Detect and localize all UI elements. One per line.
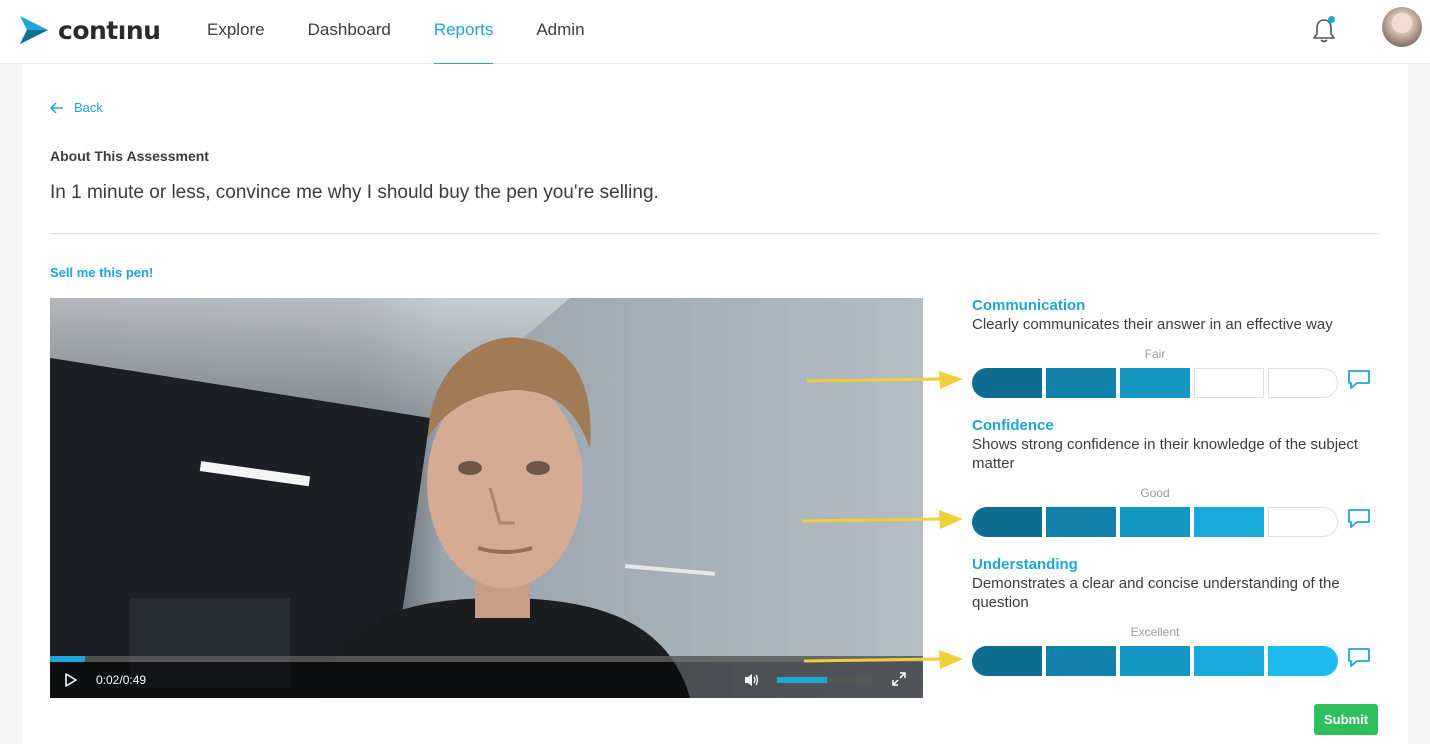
rating-segment-1[interactable] bbox=[972, 368, 1042, 398]
about-title: About This Assessment bbox=[50, 148, 209, 164]
rating-segment-5[interactable] bbox=[1268, 507, 1338, 537]
criterion-name: Understanding bbox=[972, 556, 1078, 573]
assessment-question: In 1 minute or less, convince me why I s… bbox=[50, 182, 659, 203]
rating-segment-1[interactable] bbox=[972, 646, 1042, 676]
assessment-card: Back About This Assessment In 1 minute o… bbox=[22, 64, 1408, 744]
volume-slider[interactable] bbox=[777, 677, 877, 683]
video-frame bbox=[50, 298, 923, 698]
rating-segment-2[interactable] bbox=[1046, 646, 1116, 676]
rating-bar-confidence bbox=[972, 507, 1339, 537]
rating-segment-1[interactable] bbox=[972, 507, 1042, 537]
notification-dot bbox=[1328, 16, 1335, 23]
play-icon[interactable] bbox=[64, 672, 78, 688]
rating-segment-3[interactable] bbox=[1120, 646, 1190, 676]
video-controls: 0:02/0:49 bbox=[50, 662, 923, 698]
rating-bar-communication bbox=[972, 368, 1339, 398]
speech-bubble-icon[interactable] bbox=[1346, 646, 1372, 670]
nav-dashboard[interactable]: Dashboard bbox=[308, 0, 391, 64]
volume-icon[interactable] bbox=[743, 672, 761, 688]
criterion-description: Demonstrates a clear and concise underst… bbox=[972, 575, 1340, 611]
rating-label: Fair bbox=[1144, 347, 1166, 361]
fullscreen-icon[interactable] bbox=[891, 671, 907, 687]
video-player[interactable]: 0:02/0:49 bbox=[50, 298, 923, 698]
back-link[interactable]: Back bbox=[50, 100, 103, 115]
user-avatar[interactable] bbox=[1382, 7, 1422, 47]
rating-segment-5[interactable] bbox=[1268, 646, 1338, 676]
nav-admin[interactable]: Admin bbox=[536, 0, 584, 64]
annotation-arrow bbox=[801, 510, 963, 529]
speech-bubble-icon[interactable] bbox=[1346, 368, 1372, 392]
rating-bar-understanding bbox=[972, 646, 1339, 676]
submit-button[interactable]: Submit bbox=[1314, 704, 1378, 735]
criterion-description: Shows strong confidence in their knowled… bbox=[972, 436, 1359, 472]
rating-segment-5[interactable] bbox=[1268, 368, 1338, 398]
main-nav: Explore Dashboard Reports Admin bbox=[207, 0, 628, 65]
volume-level bbox=[777, 677, 827, 683]
logo-mark-icon bbox=[20, 16, 48, 44]
criterion-name: Communication bbox=[972, 297, 1086, 314]
arrow-left-icon bbox=[50, 102, 63, 113]
annotation-arrow bbox=[806, 371, 963, 389]
criterion-name: Confidence bbox=[972, 417, 1054, 434]
criterion-confidence: Confidence Shows strong confidence in th… bbox=[972, 417, 1392, 473]
rating-segment-4[interactable] bbox=[1194, 368, 1264, 398]
continu-logo[interactable]: contınu bbox=[18, 14, 161, 46]
annotation-arrow bbox=[803, 650, 963, 669]
speech-bubble-icon[interactable] bbox=[1346, 507, 1372, 531]
divider bbox=[50, 233, 1380, 234]
back-label: Back bbox=[74, 100, 103, 115]
rating-segment-3[interactable] bbox=[1120, 368, 1190, 398]
nav-reports[interactable]: Reports bbox=[433, 0, 493, 65]
rating-segment-3[interactable] bbox=[1120, 507, 1190, 537]
criterion-description: Clearly communicates their answer in an … bbox=[972, 316, 1333, 333]
rating-segment-4[interactable] bbox=[1194, 507, 1264, 537]
criterion-communication: Communication Clearly communicates their… bbox=[972, 297, 1392, 334]
bell-icon[interactable] bbox=[1311, 16, 1337, 44]
rating-segment-4[interactable] bbox=[1194, 646, 1264, 676]
top-navbar: contınu Explore Dashboard Reports Admin bbox=[0, 0, 1430, 65]
rating-label: Good bbox=[1140, 486, 1170, 500]
brand-name: contınu bbox=[58, 15, 161, 45]
rating-label: Excellent bbox=[1130, 625, 1180, 639]
nav-explore[interactable]: Explore bbox=[207, 0, 265, 64]
video-time: 0:02/0:49 bbox=[96, 673, 147, 687]
assessment-section-title: Sell me this pen! bbox=[50, 265, 154, 280]
rating-segment-2[interactable] bbox=[1046, 507, 1116, 537]
rating-segment-2[interactable] bbox=[1046, 368, 1116, 398]
criterion-understanding: Understanding Demonstrates a clear and c… bbox=[972, 556, 1392, 612]
